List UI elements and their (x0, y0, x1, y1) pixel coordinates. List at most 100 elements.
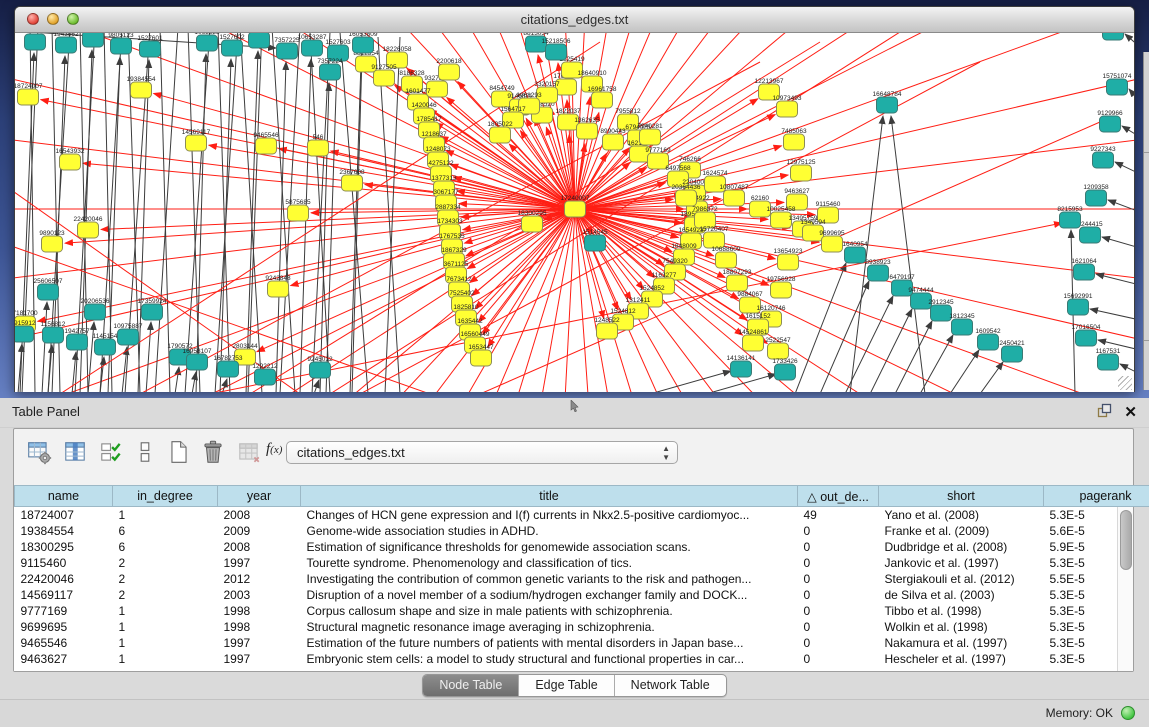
table-cell[interactable]: 5.3E-5 (1044, 587, 1149, 603)
network-node[interactable] (603, 134, 624, 150)
memory-indicator[interactable] (1121, 706, 1135, 720)
network-node[interactable] (67, 334, 88, 350)
table-row[interactable]: 1456911722003Disruption of a novel membe… (15, 587, 1149, 603)
network-node[interactable] (342, 175, 363, 191)
collapsed-side-panel[interactable] (1143, 52, 1149, 390)
table-cell[interactable]: 2 (113, 555, 218, 571)
table-cell[interactable]: 9699695 (15, 619, 113, 635)
table-row[interactable]: 1830029562008Estimation of significance … (15, 539, 1149, 555)
table-cell[interactable]: 6 (113, 523, 218, 539)
network-node[interactable] (310, 362, 331, 378)
table-cell[interactable]: Corpus callosum shape and size in male p… (301, 603, 798, 619)
table-row[interactable]: 1938455462009Genome-wide association stu… (15, 523, 1149, 539)
network-node[interactable] (1086, 190, 1107, 206)
resize-grip[interactable] (1118, 376, 1132, 390)
network-node[interactable] (592, 92, 613, 108)
close-button[interactable] (27, 13, 39, 25)
table-cell[interactable]: 5.5E-5 (1044, 571, 1149, 587)
table-cell[interactable]: 5.3E-5 (1044, 555, 1149, 571)
network-node[interactable] (83, 33, 104, 47)
network-node[interactable] (78, 222, 99, 238)
table-cell[interactable]: Franke et al. (2009) (879, 523, 1044, 539)
network-node[interactable] (1103, 33, 1124, 40)
tab-network-table[interactable]: Network Table (614, 675, 726, 696)
table-cell[interactable]: 2008 (218, 539, 301, 555)
network-node[interactable] (784, 134, 805, 150)
table-cell[interactable]: Tibbo et al. (1998) (879, 603, 1044, 619)
select-columns-icon[interactable] (62, 439, 88, 465)
network-node[interactable] (845, 247, 866, 263)
network-node[interactable] (249, 33, 270, 48)
network-node[interactable] (931, 305, 952, 321)
network-node[interactable] (42, 236, 63, 252)
table-selector-combo[interactable]: citations_edges.txt ▲▼ (286, 441, 678, 464)
network-node[interactable] (585, 235, 606, 251)
table-cell[interactable]: 2 (113, 571, 218, 587)
network-node[interactable] (353, 37, 374, 53)
network-node[interactable] (118, 329, 139, 345)
network-node[interactable] (142, 304, 163, 320)
network-node[interactable] (1107, 79, 1128, 95)
network-node[interactable] (25, 34, 46, 50)
table-row[interactable]: 911546021997Tourette syndrome. Phenomeno… (15, 555, 1149, 571)
network-node[interactable] (952, 319, 973, 335)
tab-node-table[interactable]: Node Table (423, 675, 518, 696)
table-cell[interactable]: Estimation of the future numbers of pati… (301, 635, 798, 651)
table-cell[interactable]: 2003 (218, 587, 301, 603)
network-node[interactable] (374, 70, 395, 86)
network-node[interactable] (43, 327, 64, 343)
network-node[interactable] (775, 364, 796, 380)
table-cell[interactable]: 1 (113, 507, 218, 524)
table-cell[interactable]: 0 (798, 619, 879, 635)
close-panel-icon[interactable]: ✕ (1124, 404, 1137, 422)
table-cell[interactable]: 5.9E-5 (1044, 539, 1149, 555)
table-cell[interactable]: 22420046 (15, 571, 113, 587)
network-node[interactable] (197, 35, 218, 51)
import-table-icon[interactable] (236, 439, 262, 465)
minimize-button[interactable] (47, 13, 59, 25)
table-cell[interactable]: Structural magnetic resonance image aver… (301, 619, 798, 635)
network-node[interactable] (777, 101, 798, 117)
network-node[interactable] (308, 140, 329, 156)
network-node[interactable] (95, 339, 116, 355)
table-cell[interactable]: 1 (113, 603, 218, 619)
table-cell[interactable]: 1998 (218, 619, 301, 635)
table-cell[interactable]: 49 (798, 507, 879, 524)
network-node[interactable] (522, 216, 543, 232)
network-node[interactable] (877, 97, 898, 113)
column-header-in_degree[interactable]: in_degree (113, 486, 218, 507)
table-row[interactable]: 946362711997Embryonic stem cells: a mode… (15, 651, 1149, 667)
table-cell[interactable]: Genome-wide association studies in ADHD. (301, 523, 798, 539)
table-cell[interactable]: 19384554 (15, 523, 113, 539)
table-cell[interactable]: 1997 (218, 635, 301, 651)
network-node[interactable] (577, 123, 598, 139)
network-node[interactable] (768, 343, 789, 359)
merge-icon[interactable] (132, 439, 158, 465)
table-cell[interactable]: Wolkin et al. (1998) (879, 619, 1044, 635)
table-cell[interactable]: 2009 (218, 523, 301, 539)
delete-column-icon[interactable] (200, 439, 226, 465)
network-node[interactable] (1076, 330, 1097, 346)
table-cell[interactable]: 0 (798, 635, 879, 651)
table-cell[interactable]: 6 (113, 539, 218, 555)
table-cell[interactable]: Hescheler et al. (1997) (879, 651, 1044, 667)
network-node[interactable] (597, 323, 618, 339)
tab-edge-table[interactable]: Edge Table (518, 675, 613, 696)
table-cell[interactable]: Changes of HCN gene expression and I(f) … (301, 507, 798, 524)
network-node[interactable] (1002, 346, 1023, 362)
table-mode-icon[interactable] (26, 439, 52, 465)
column-header-short[interactable]: short (879, 486, 1044, 507)
network-node[interactable] (222, 40, 243, 56)
table-cell[interactable]: 5.3E-5 (1044, 635, 1149, 651)
network-node[interactable] (256, 138, 277, 154)
table-cell[interactable]: Stergiakouli et al. (2012) (879, 571, 1044, 587)
network-node[interactable] (268, 281, 289, 297)
network-node[interactable] (1080, 227, 1101, 243)
column-header-year[interactable]: year (218, 486, 301, 507)
network-graph[interactable]: 1724000788123541822605891275058186328932… (15, 33, 1134, 392)
table-row[interactable]: 2242004622012Investigating the contribut… (15, 571, 1149, 587)
table-row[interactable]: 977716911998Corpus callosum shape and si… (15, 603, 1149, 619)
network-node[interactable] (15, 326, 34, 342)
table-cell[interactable]: 0 (798, 571, 879, 587)
table-cell[interactable]: 14569117 (15, 587, 113, 603)
